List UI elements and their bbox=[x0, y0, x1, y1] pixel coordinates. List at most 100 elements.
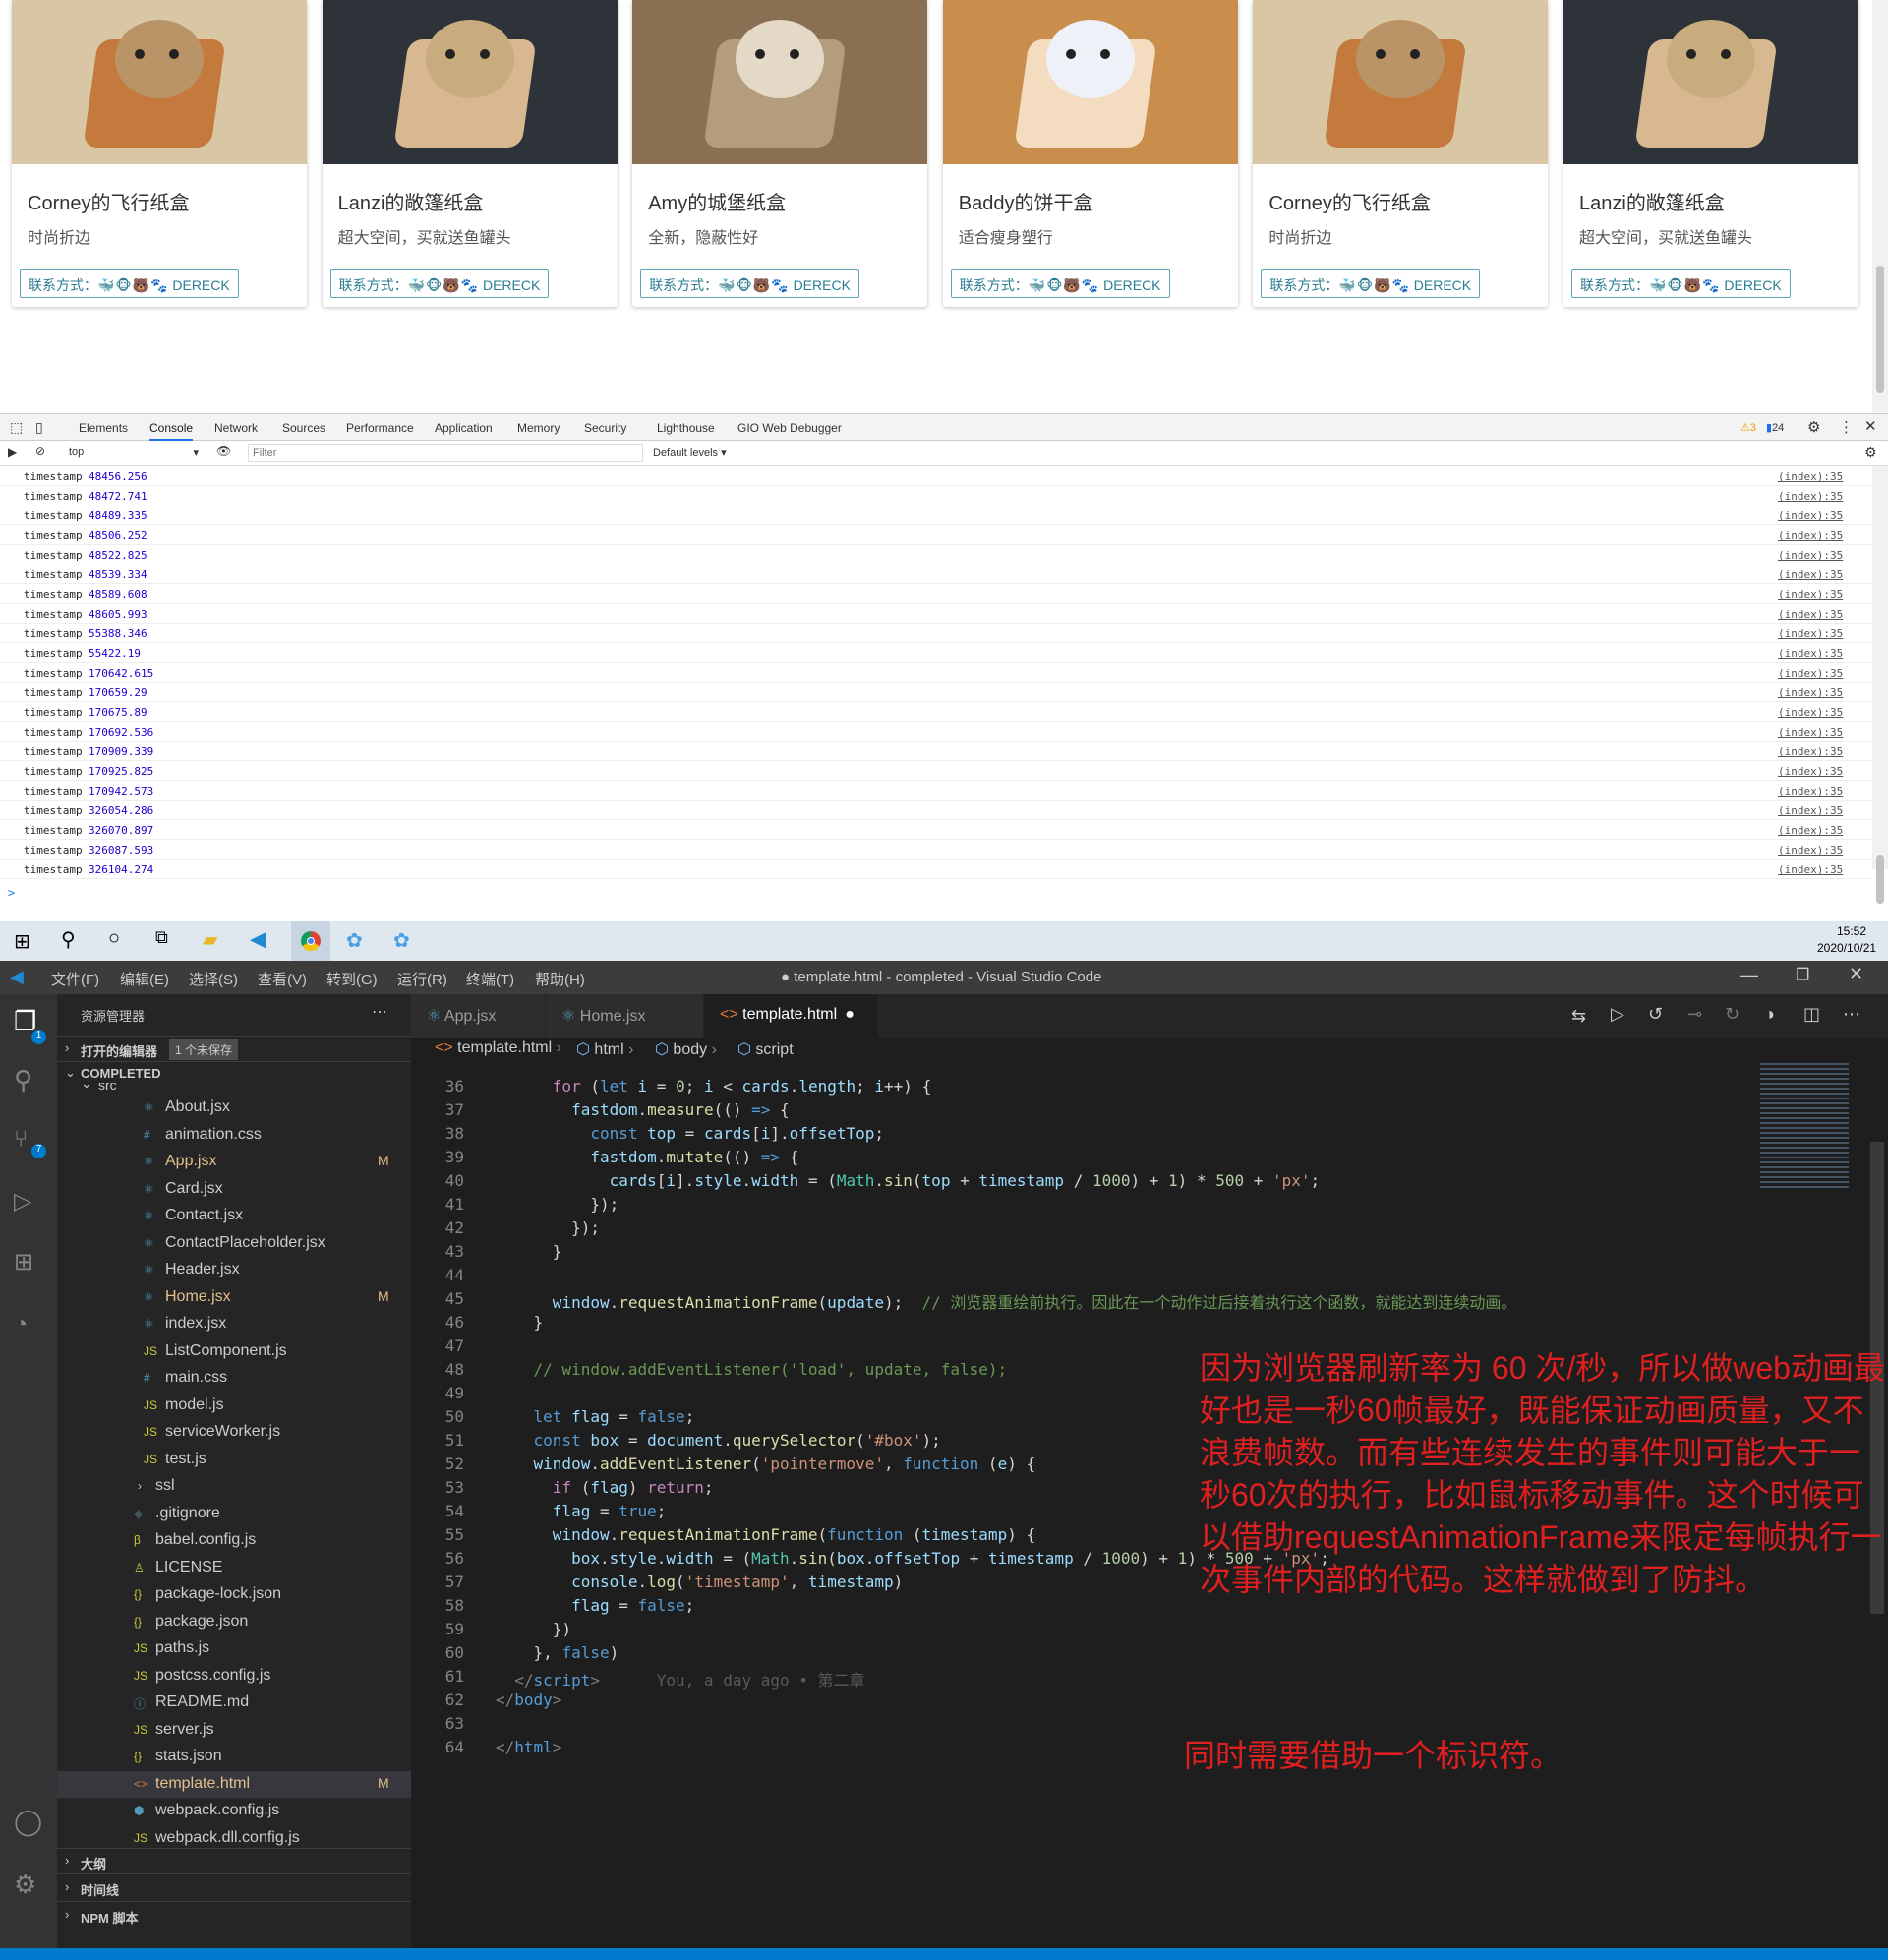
file-item[interactable]: ⚛ Contact.jsx bbox=[57, 1203, 411, 1229]
contact-button[interactable]: 联系方式：🐳🐵🐻🐾 DERECK bbox=[20, 269, 239, 298]
inspect-icon[interactable]: ⬚ bbox=[10, 419, 23, 436]
console-settings-icon[interactable]: ⚙ bbox=[1864, 445, 1877, 461]
app-icon[interactable]: ✿ bbox=[393, 928, 410, 953]
contact-button[interactable]: 联系方式：🐳🐵🐻🐾 DERECK bbox=[1261, 269, 1481, 298]
breadcrumb-script[interactable]: ⬡ script bbox=[738, 1039, 794, 1059]
file-item[interactable]: ⚛ ContactPlaceholder.jsx bbox=[57, 1230, 411, 1257]
more-actions-icon[interactable]: ⋯ bbox=[372, 1002, 387, 1022]
vscode-icon[interactable]: ◀ bbox=[250, 926, 266, 952]
console-scrollbar[interactable] bbox=[1872, 466, 1888, 904]
minimize-icon[interactable]: — bbox=[1740, 965, 1758, 985]
cortana-icon[interactable]: ○ bbox=[108, 927, 120, 950]
src-folder[interactable]: ⌄ src bbox=[57, 1083, 411, 1095]
file-item[interactable]: JS test.js bbox=[57, 1447, 411, 1473]
go-forward-icon[interactable]: ↻ bbox=[1725, 1004, 1740, 1025]
warning-badge[interactable]: ⚠3 bbox=[1740, 421, 1756, 434]
log-source-link[interactable]: (index):35 bbox=[1778, 844, 1843, 857]
log-source-link[interactable]: (index):35 bbox=[1778, 647, 1843, 660]
message-badge[interactable]: ▮24 bbox=[1766, 421, 1784, 434]
breadcrumb-file[interactable]: <> template.html › bbox=[435, 1039, 561, 1057]
product-card[interactable]: Amy的城堡纸盒 全新，隐蔽性好 联系方式：🐳🐵🐻🐾 DERECK bbox=[632, 0, 928, 307]
tab-app-jsx[interactable]: ⚛ App.jsx bbox=[411, 994, 545, 1038]
file-explorer-icon[interactable]: ▰ bbox=[203, 927, 217, 952]
file-item[interactable]: JS server.js bbox=[57, 1717, 411, 1744]
log-source-link[interactable]: (index):35 bbox=[1778, 745, 1843, 758]
open-editors-section[interactable]: › 打开的编辑器 1 个未保存 bbox=[57, 1036, 411, 1061]
eye-icon[interactable]: 👁 bbox=[216, 445, 231, 458]
close-devtools-icon[interactable]: ✕ bbox=[1864, 417, 1877, 435]
product-card[interactable]: Corney的飞行纸盒 时尚折边 联系方式：🐳🐵🐻🐾 DERECK bbox=[1253, 0, 1549, 307]
timeline-section[interactable]: › 时间线 bbox=[57, 1873, 411, 1901]
more-actions-icon[interactable]: ⋯ bbox=[1843, 1004, 1860, 1025]
file-item[interactable]: ⓘ README.md bbox=[57, 1690, 411, 1716]
file-item[interactable]: ◆ .gitignore bbox=[57, 1501, 411, 1527]
clock-date[interactable]: 2020/10/21 bbox=[1817, 941, 1876, 955]
file-item[interactable]: JS model.js bbox=[57, 1393, 411, 1419]
file-item[interactable]: ⚛ Home.jsx M bbox=[57, 1284, 411, 1311]
devtools-tab-application[interactable]: Application bbox=[435, 421, 493, 435]
console-prompt[interactable]: > bbox=[8, 886, 15, 900]
file-item[interactable]: ⚛ About.jsx bbox=[57, 1095, 411, 1121]
devtools-tab-memory[interactable]: Memory bbox=[517, 421, 560, 435]
source-control-icon[interactable]: ⑂ bbox=[14, 1126, 28, 1154]
log-source-link[interactable]: (index):35 bbox=[1778, 490, 1843, 503]
file-item[interactable]: <> template.html M bbox=[57, 1770, 411, 1798]
menu-item[interactable]: 选择(S) bbox=[189, 969, 238, 989]
close-window-icon[interactable]: ✕ bbox=[1849, 964, 1863, 984]
file-item[interactable]: JS paths.js bbox=[57, 1635, 411, 1662]
devtools-tab-elements[interactable]: Elements bbox=[79, 421, 128, 435]
log-source-link[interactable]: (index):35 bbox=[1778, 627, 1843, 640]
breadcrumb-html[interactable]: ⬡ html › bbox=[576, 1039, 633, 1059]
outline-section[interactable]: › 大纲 bbox=[57, 1848, 411, 1873]
filter-input[interactable] bbox=[248, 444, 643, 462]
log-source-link[interactable]: (index):35 bbox=[1778, 726, 1843, 739]
menu-item[interactable]: 查看(V) bbox=[258, 969, 307, 989]
split-editor-icon[interactable]: ◫ bbox=[1803, 1004, 1820, 1025]
search-icon[interactable]: ⚲ bbox=[61, 927, 76, 952]
devtools-tab-gio-web-debugger[interactable]: GIO Web Debugger bbox=[738, 421, 842, 435]
task-view-icon[interactable]: ⧉ bbox=[155, 927, 168, 948]
devtools-tab-security[interactable]: Security bbox=[584, 421, 626, 435]
devtools-tab-sources[interactable]: Sources bbox=[282, 421, 325, 435]
log-source-link[interactable]: (index):35 bbox=[1778, 529, 1843, 542]
open-changes-icon[interactable]: ⇆ bbox=[1571, 1006, 1586, 1027]
file-item[interactable]: β babel.config.js bbox=[57, 1527, 411, 1554]
app-icon[interactable]: ✿ bbox=[346, 928, 363, 953]
minimap[interactable] bbox=[1760, 1063, 1849, 1191]
file-item[interactable]: ⬢ webpack.config.js bbox=[57, 1798, 411, 1824]
go-back-icon[interactable]: ↺ bbox=[1648, 1004, 1663, 1025]
windows-start-icon[interactable]: ⊞ bbox=[14, 929, 30, 954]
log-source-link[interactable]: (index):35 bbox=[1778, 785, 1843, 798]
log-source-link[interactable]: (index):35 bbox=[1778, 765, 1843, 778]
timeline-toggle-icon[interactable]: ◑ bbox=[1764, 1004, 1775, 1025]
file-item[interactable]: {} package-lock.json bbox=[57, 1581, 411, 1608]
menu-item[interactable]: 终端(T) bbox=[466, 969, 514, 989]
product-card[interactable]: Corney的飞行纸盒 时尚折边 联系方式：🐳🐵🐻🐾 DERECK bbox=[12, 0, 307, 307]
project-section[interactable]: ⌄ COMPLETED bbox=[57, 1061, 411, 1083]
unsaved-dot-icon[interactable]: ● bbox=[845, 1006, 855, 1023]
menu-item[interactable]: 编辑(E) bbox=[120, 969, 169, 989]
run-debug-icon[interactable]: ▷ bbox=[14, 1187, 31, 1216]
log-source-link[interactable]: (index):35 bbox=[1778, 686, 1843, 699]
product-card[interactable]: Lanzi的敞篷纸盒 超大空间，买就送鱼罐头 联系方式：🐳🐵🐻🐾 DERECK bbox=[322, 0, 618, 307]
file-item[interactable]: # main.css bbox=[57, 1365, 411, 1392]
menu-item[interactable]: 转到(G) bbox=[326, 969, 378, 989]
tab-template-html[interactable]: <> template.html ● bbox=[704, 994, 877, 1038]
devtools-tab-performance[interactable]: Performance bbox=[346, 421, 414, 435]
file-item[interactable]: › ssl bbox=[57, 1473, 411, 1500]
file-item[interactable]: {} package.json bbox=[57, 1609, 411, 1635]
default-levels-dropdown[interactable]: Default levels ▾ bbox=[653, 446, 727, 459]
file-item[interactable]: {} stats.json bbox=[57, 1744, 411, 1770]
clock-time[interactable]: 15:52 bbox=[1837, 924, 1866, 938]
contact-button[interactable]: 联系方式：🐳🐵🐻🐾 DERECK bbox=[1571, 269, 1791, 298]
log-source-link[interactable]: (index):35 bbox=[1778, 549, 1843, 562]
file-item[interactable]: # animation.css bbox=[57, 1122, 411, 1149]
run-icon[interactable]: ▷ bbox=[1611, 1004, 1624, 1025]
maximize-icon[interactable]: ❐ bbox=[1796, 965, 1809, 984]
clear-console-icon[interactable]: ⊘ bbox=[35, 445, 45, 458]
menu-item[interactable]: 运行(R) bbox=[397, 969, 447, 989]
log-source-link[interactable]: (index):35 bbox=[1778, 706, 1843, 719]
sidebar-toggle-icon[interactable]: ▶ bbox=[8, 445, 17, 459]
manage-gear-icon[interactable]: ⚙ bbox=[14, 1870, 36, 1900]
contact-button[interactable]: 联系方式：🐳🐵🐻🐾 DERECK bbox=[950, 269, 1170, 298]
